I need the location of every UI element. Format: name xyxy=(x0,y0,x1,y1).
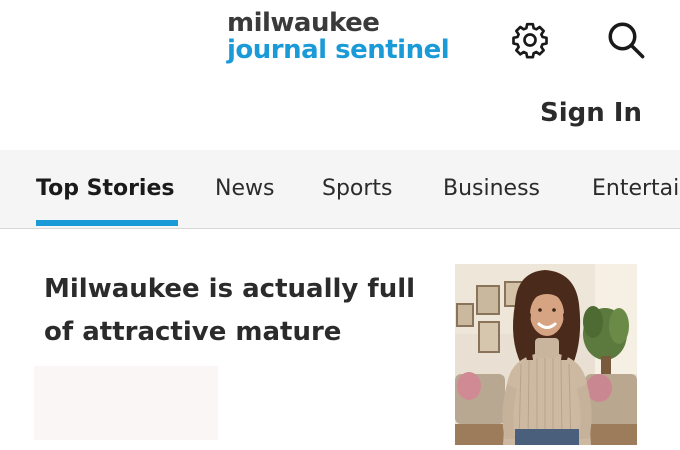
tab-sports[interactable]: Sports xyxy=(322,176,393,201)
woman-portrait-photo xyxy=(455,264,637,445)
settings-button[interactable] xyxy=(508,18,552,62)
section-nav: Top Stories News Sports Business Enterta… xyxy=(0,150,680,229)
site-header: milwaukee journal sentinel Sign In xyxy=(0,0,680,150)
search-button[interactable] xyxy=(604,18,648,62)
tab-top-stories[interactable]: Top Stories xyxy=(36,176,175,201)
article-card[interactable]: Milwaukee is actually full of attractive… xyxy=(0,230,680,450)
search-icon xyxy=(608,22,645,59)
tab-business[interactable]: Business xyxy=(443,176,540,201)
article-meta-placeholder xyxy=(34,366,218,440)
site-logo[interactable]: milwaukee journal sentinel xyxy=(227,8,450,65)
logo-line-1: milwaukee xyxy=(227,8,380,38)
tab-news[interactable]: News xyxy=(215,176,274,201)
logo-line-2: journal sentinel xyxy=(227,35,450,65)
tab-entertainment[interactable]: Entertainment xyxy=(592,176,680,201)
gear-icon xyxy=(512,22,548,59)
article-thumbnail[interactable] xyxy=(455,264,637,445)
active-tab-indicator xyxy=(36,220,178,226)
sign-in-link[interactable]: Sign In xyxy=(540,98,642,128)
